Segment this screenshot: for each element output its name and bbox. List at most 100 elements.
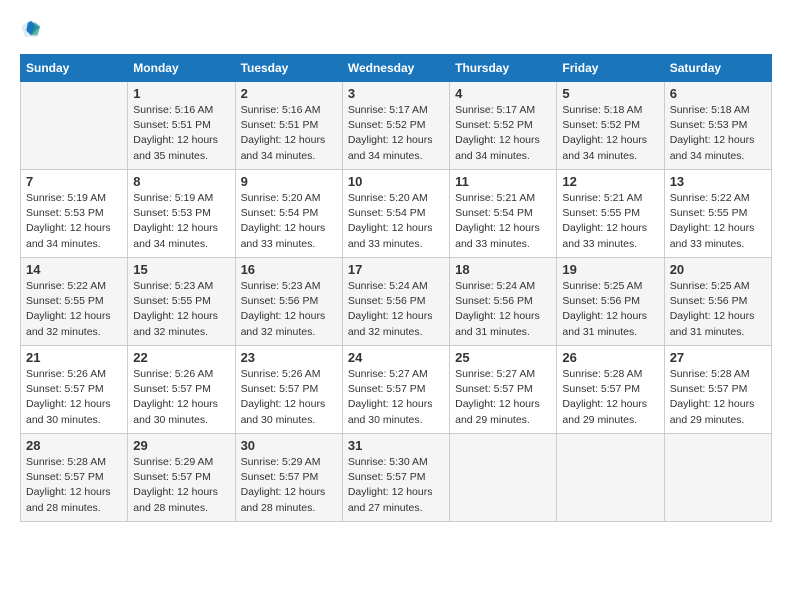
calendar-cell: 24 Sunrise: 5:27 AMSunset: 5:57 PMDayligh… [342, 346, 449, 434]
day-info: Sunrise: 5:28 AMSunset: 5:57 PMDaylight:… [670, 367, 766, 428]
calendar-cell: 18Sunrise: 5:24 AMSunset: 5:56 PMDayligh… [450, 258, 557, 346]
calendar-week-row: 21 Sunrise: 5:26 AMSunset: 5:57 PMDayligh… [21, 346, 772, 434]
day-number: 22 [133, 350, 229, 365]
weekday-header-saturday: Saturday [664, 55, 771, 82]
calendar-cell [21, 82, 128, 170]
day-info: Sunrise: 5:26 AMSunset: 5:57 PMDaylight:… [26, 367, 122, 428]
day-number: 11 [455, 174, 551, 189]
day-number: 14 [26, 262, 122, 277]
day-number: 29 [133, 438, 229, 453]
day-number: 9 [241, 174, 337, 189]
logo [20, 18, 46, 40]
day-info: Sunrise: 5:21 AMSunset: 5:55 PMDaylight:… [562, 191, 658, 252]
calendar-table: SundayMondayTuesdayWednesdayThursdayFrid… [20, 54, 772, 522]
day-number: 23 [241, 350, 337, 365]
day-number: 7 [26, 174, 122, 189]
day-number: 24 [348, 350, 444, 365]
calendar-cell: 4 Sunrise: 5:17 AMSunset: 5:52 PMDaylight… [450, 82, 557, 170]
calendar-cell: 11 Sunrise: 5:21 AMSunset: 5:54 PMDayligh… [450, 170, 557, 258]
calendar-week-row: 14 Sunrise: 5:22 AMSunset: 5:55 PMDayligh… [21, 258, 772, 346]
calendar-cell: 3Sunrise: 5:17 AMSunset: 5:52 PMDaylight… [342, 82, 449, 170]
day-info: Sunrise: 5:29 AMSunset: 5:57 PMDaylight:… [133, 455, 229, 516]
day-number: 16 [241, 262, 337, 277]
calendar-cell: 2 Sunrise: 5:16 AMSunset: 5:51 PMDaylight… [235, 82, 342, 170]
day-number: 6 [670, 86, 766, 101]
weekday-header-wednesday: Wednesday [342, 55, 449, 82]
day-number: 17 [348, 262, 444, 277]
calendar-cell: 14 Sunrise: 5:22 AMSunset: 5:55 PMDayligh… [21, 258, 128, 346]
day-info: Sunrise: 5:16 AMSunset: 5:51 PMDaylight:… [241, 103, 337, 164]
day-info: Sunrise: 5:18 AMSunset: 5:52 PMDaylight:… [562, 103, 658, 164]
day-info: Sunrise: 5:23 AMSunset: 5:56 PMDaylight:… [241, 279, 337, 340]
calendar-cell: 28 Sunrise: 5:28 AMSunset: 5:57 PMDayligh… [21, 434, 128, 522]
day-info: Sunrise: 5:16 AMSunset: 5:51 PMDaylight:… [133, 103, 229, 164]
calendar-week-row: 1 Sunrise: 5:16 AMSunset: 5:51 PMDaylight… [21, 82, 772, 170]
day-info: Sunrise: 5:20 AMSunset: 5:54 PMDaylight:… [348, 191, 444, 252]
calendar-cell: 30 Sunrise: 5:29 AMSunset: 5:57 PMDayligh… [235, 434, 342, 522]
day-number: 21 [26, 350, 122, 365]
day-info: Sunrise: 5:26 AMSunset: 5:57 PMDaylight:… [133, 367, 229, 428]
day-number: 1 [133, 86, 229, 101]
calendar-cell: 12Sunrise: 5:21 AMSunset: 5:55 PMDayligh… [557, 170, 664, 258]
day-number: 15 [133, 262, 229, 277]
calendar-cell: 23 Sunrise: 5:26 AMSunset: 5:57 PMDayligh… [235, 346, 342, 434]
day-info: Sunrise: 5:27 AMSunset: 5:57 PMDaylight:… [348, 367, 444, 428]
weekday-header-sunday: Sunday [21, 55, 128, 82]
calendar-week-row: 28 Sunrise: 5:28 AMSunset: 5:57 PMDayligh… [21, 434, 772, 522]
day-number: 8 [133, 174, 229, 189]
header [20, 18, 772, 40]
day-number: 31 [348, 438, 444, 453]
calendar-cell: 21 Sunrise: 5:26 AMSunset: 5:57 PMDayligh… [21, 346, 128, 434]
day-number: 30 [241, 438, 337, 453]
day-info: Sunrise: 5:21 AMSunset: 5:54 PMDaylight:… [455, 191, 551, 252]
day-number: 19 [562, 262, 658, 277]
calendar-cell: 17 Sunrise: 5:24 AMSunset: 5:56 PMDayligh… [342, 258, 449, 346]
day-info: Sunrise: 5:24 AMSunset: 5:56 PMDaylight:… [348, 279, 444, 340]
day-number: 10 [348, 174, 444, 189]
weekday-header-monday: Monday [128, 55, 235, 82]
calendar-cell: 6 Sunrise: 5:18 AMSunset: 5:53 PMDaylight… [664, 82, 771, 170]
day-info: Sunrise: 5:19 AMSunset: 5:53 PMDaylight:… [133, 191, 229, 252]
day-info: Sunrise: 5:29 AMSunset: 5:57 PMDaylight:… [241, 455, 337, 516]
day-number: 18 [455, 262, 551, 277]
day-number: 2 [241, 86, 337, 101]
day-info: Sunrise: 5:20 AMSunset: 5:54 PMDaylight:… [241, 191, 337, 252]
weekday-header-thursday: Thursday [450, 55, 557, 82]
weekday-header-friday: Friday [557, 55, 664, 82]
calendar-cell: 8 Sunrise: 5:19 AMSunset: 5:53 PMDaylight… [128, 170, 235, 258]
calendar-cell [664, 434, 771, 522]
day-info: Sunrise: 5:19 AMSunset: 5:53 PMDaylight:… [26, 191, 122, 252]
calendar-cell: 20Sunrise: 5:25 AMSunset: 5:56 PMDayligh… [664, 258, 771, 346]
day-number: 13 [670, 174, 766, 189]
calendar-cell: 10 Sunrise: 5:20 AMSunset: 5:54 PMDayligh… [342, 170, 449, 258]
calendar-cell: 7 Sunrise: 5:19 AMSunset: 5:53 PMDaylight… [21, 170, 128, 258]
calendar-cell: 1 Sunrise: 5:16 AMSunset: 5:51 PMDaylight… [128, 82, 235, 170]
calendar-cell: 25Sunrise: 5:27 AMSunset: 5:57 PMDayligh… [450, 346, 557, 434]
day-info: Sunrise: 5:23 AMSunset: 5:55 PMDaylight:… [133, 279, 229, 340]
day-info: Sunrise: 5:17 AMSunset: 5:52 PMDaylight:… [455, 103, 551, 164]
weekday-header-tuesday: Tuesday [235, 55, 342, 82]
day-number: 27 [670, 350, 766, 365]
calendar-cell: 31 Sunrise: 5:30 AMSunset: 5:57 PMDayligh… [342, 434, 449, 522]
day-info: Sunrise: 5:25 AMSunset: 5:56 PMDaylight:… [562, 279, 658, 340]
day-number: 5 [562, 86, 658, 101]
day-number: 20 [670, 262, 766, 277]
day-info: Sunrise: 5:18 AMSunset: 5:53 PMDaylight:… [670, 103, 766, 164]
logo-icon [20, 18, 42, 40]
day-number: 4 [455, 86, 551, 101]
day-number: 28 [26, 438, 122, 453]
day-info: Sunrise: 5:22 AMSunset: 5:55 PMDaylight:… [26, 279, 122, 340]
day-number: 25 [455, 350, 551, 365]
day-number: 26 [562, 350, 658, 365]
calendar-cell: 29 Sunrise: 5:29 AMSunset: 5:57 PMDayligh… [128, 434, 235, 522]
calendar-cell: 26Sunrise: 5:28 AMSunset: 5:57 PMDayligh… [557, 346, 664, 434]
day-info: Sunrise: 5:30 AMSunset: 5:57 PMDaylight:… [348, 455, 444, 516]
day-info: Sunrise: 5:26 AMSunset: 5:57 PMDaylight:… [241, 367, 337, 428]
day-info: Sunrise: 5:17 AMSunset: 5:52 PMDaylight:… [348, 103, 444, 164]
day-info: Sunrise: 5:28 AMSunset: 5:57 PMDaylight:… [26, 455, 122, 516]
day-info: Sunrise: 5:22 AMSunset: 5:55 PMDaylight:… [670, 191, 766, 252]
calendar-cell: 5 Sunrise: 5:18 AMSunset: 5:52 PMDaylight… [557, 82, 664, 170]
calendar-cell: 9 Sunrise: 5:20 AMSunset: 5:54 PMDaylight… [235, 170, 342, 258]
calendar-cell: 16 Sunrise: 5:23 AMSunset: 5:56 PMDayligh… [235, 258, 342, 346]
calendar-cell: 15 Sunrise: 5:23 AMSunset: 5:55 PMDayligh… [128, 258, 235, 346]
